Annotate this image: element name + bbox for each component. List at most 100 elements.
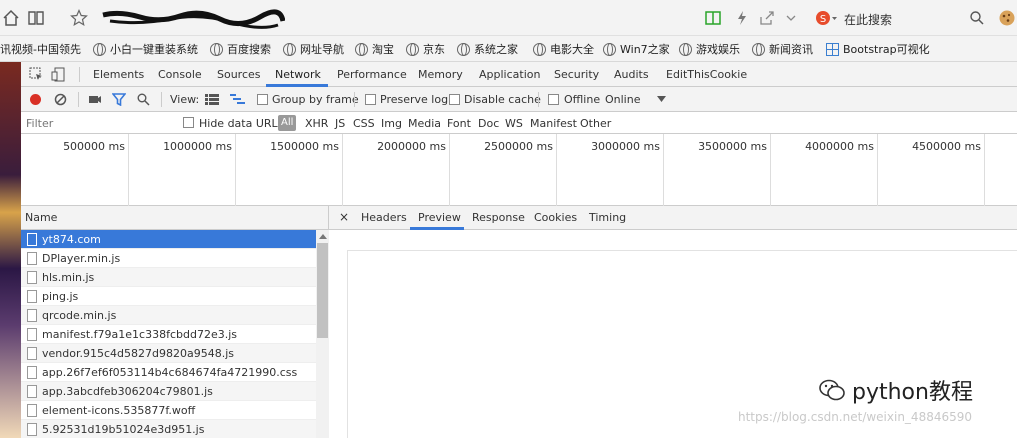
- record-icon[interactable]: [29, 93, 42, 106]
- offline-checkbox[interactable]: [548, 94, 559, 105]
- disable-cache-checkbox[interactable]: [449, 94, 460, 105]
- cookie-icon[interactable]: [998, 9, 1016, 27]
- table-row[interactable]: qrcode.min.js: [21, 306, 317, 325]
- request-name: element-icons.535877f.woff: [42, 404, 196, 417]
- tab-memory[interactable]: Memory: [418, 68, 463, 81]
- filter-input[interactable]: [23, 114, 173, 132]
- timeline-gridline: [342, 134, 343, 206]
- table-row[interactable]: element-icons.535877f.woff: [21, 401, 317, 420]
- table-row[interactable]: hls.min.js: [21, 268, 317, 287]
- request-name: qrcode.min.js: [42, 309, 117, 322]
- filter-ws[interactable]: WS: [505, 117, 523, 130]
- bookmark-item[interactable]: 新闻资讯: [752, 41, 813, 57]
- bookmark-item[interactable]: 游戏娱乐: [679, 41, 740, 57]
- search-icon[interactable]: [137, 93, 150, 106]
- bookmark-item[interactable]: 讯视频-中国领先: [0, 41, 81, 57]
- tab-audits[interactable]: Audits: [614, 68, 649, 81]
- share-icon[interactable]: [758, 9, 776, 27]
- timeline-tick-label: 4500000 ms: [912, 140, 981, 153]
- filter-manifest[interactable]: Manifest: [530, 117, 577, 130]
- group-by-frame-checkbox[interactable]: [257, 94, 268, 105]
- clear-icon[interactable]: [54, 93, 67, 106]
- bookmark-item[interactable]: 网址导航: [283, 41, 344, 57]
- home-icon[interactable]: [2, 9, 20, 27]
- search-engine-icon[interactable]: S: [815, 9, 839, 27]
- filter-css[interactable]: CSS: [353, 117, 375, 130]
- table-row[interactable]: 5.92531d19b51024e3d951.js: [21, 420, 317, 438]
- reading-mode-icon[interactable]: [27, 9, 45, 27]
- tab-sources[interactable]: Sources: [217, 68, 261, 81]
- timeline-gridline: [877, 134, 878, 206]
- tab-performance[interactable]: Performance: [337, 68, 407, 81]
- timeline-gridline: [128, 134, 129, 206]
- request-name: hls.min.js: [42, 271, 95, 284]
- inspect-element-icon[interactable]: [29, 67, 44, 82]
- bookmark-item[interactable]: 小白一键重装系统: [93, 41, 198, 57]
- bookmark-item[interactable]: 系统之家: [457, 41, 518, 57]
- waterfall-icon[interactable]: [230, 94, 245, 105]
- filter-xhr[interactable]: XHR: [305, 117, 328, 130]
- close-icon[interactable]: ×: [339, 210, 349, 224]
- file-icon: [27, 423, 37, 436]
- filter-doc[interactable]: Doc: [478, 117, 499, 130]
- tab-preview[interactable]: Preview: [418, 211, 461, 224]
- timeline-overview[interactable]: 500000 ms 1000000 ms 1500000 ms 2000000 …: [21, 134, 1017, 206]
- page-content-strip: [0, 62, 21, 438]
- file-icon: [27, 347, 37, 360]
- bookmark-item[interactable]: Bootstrap可视化: [826, 41, 930, 57]
- preserve-log-checkbox[interactable]: [365, 94, 376, 105]
- bookmark-item[interactable]: 电影大全: [533, 41, 594, 57]
- tab-network[interactable]: Network: [275, 68, 321, 81]
- search-icon[interactable]: [969, 10, 985, 26]
- screenshot-icon[interactable]: [88, 93, 102, 106]
- star-icon[interactable]: [70, 9, 88, 27]
- filter-icon[interactable]: [112, 93, 126, 106]
- throttling-select[interactable]: Online: [605, 93, 640, 106]
- tab-cookies[interactable]: Cookies: [534, 211, 577, 224]
- tab-response[interactable]: Response: [472, 211, 525, 224]
- wechat-icon: [818, 378, 846, 402]
- globe-icon: [679, 42, 692, 56]
- table-row[interactable]: ping.js: [21, 287, 317, 306]
- bookmark-item[interactable]: 京东: [406, 41, 445, 57]
- tab-security[interactable]: Security: [554, 68, 599, 81]
- table-row[interactable]: manifest.f79a1e1c338fcbdd72e3.js: [21, 325, 317, 344]
- tab-editthiscookie[interactable]: EditThisCookie: [666, 68, 747, 81]
- tab-headers[interactable]: Headers: [361, 211, 407, 224]
- scrollbar-thumb[interactable]: [317, 243, 328, 338]
- bookmark-item[interactable]: Win7之家: [603, 41, 670, 57]
- bookmark-item[interactable]: 淘宝: [355, 41, 394, 57]
- table-row[interactable]: DPlayer.min.js: [21, 249, 317, 268]
- scroll-up-arrow-icon[interactable]: [319, 234, 327, 239]
- filter-other[interactable]: Other: [580, 117, 611, 130]
- filter-all-button[interactable]: All: [278, 115, 297, 131]
- tab-elements[interactable]: Elements: [93, 68, 144, 81]
- search-box[interactable]: S 在此搜索: [812, 6, 992, 30]
- bookmark-item[interactable]: 百度搜索: [210, 41, 271, 57]
- detail-tab-bar: × Headers Preview Response Cookies Timin…: [329, 206, 1017, 230]
- large-rows-icon[interactable]: [205, 94, 219, 105]
- hide-data-urls-checkbox[interactable]: [183, 117, 194, 128]
- timeline-tick-label: 3500000 ms: [698, 140, 767, 153]
- table-row[interactable]: app.3abcdfeb306204c79801.js: [21, 382, 317, 401]
- table-row[interactable]: yt874.com: [21, 230, 317, 249]
- timeline-gridline: [663, 134, 664, 206]
- chevron-down-icon[interactable]: [782, 9, 800, 27]
- tab-timing[interactable]: Timing: [589, 211, 626, 224]
- request-list-scrollbar[interactable]: [316, 230, 329, 438]
- filter-font[interactable]: Font: [447, 117, 471, 130]
- book-icon[interactable]: [704, 9, 722, 27]
- device-toolbar-icon[interactable]: [51, 67, 66, 82]
- tab-console[interactable]: Console: [158, 68, 202, 81]
- filter-js[interactable]: JS: [335, 117, 345, 130]
- search-input[interactable]: 在此搜索: [844, 11, 892, 28]
- file-icon: [27, 404, 37, 417]
- filter-img[interactable]: Img: [381, 117, 402, 130]
- table-row[interactable]: app.26f7ef6f053114b4c684674fa4721990.css: [21, 363, 317, 382]
- dropdown-arrow-icon[interactable]: [657, 96, 666, 102]
- tab-application[interactable]: Application: [479, 68, 540, 81]
- name-column-header[interactable]: Name: [21, 206, 329, 230]
- lightning-icon[interactable]: [733, 9, 751, 27]
- filter-media[interactable]: Media: [408, 117, 441, 130]
- table-row[interactable]: vendor.915c4d5827d9820a9548.js: [21, 344, 317, 363]
